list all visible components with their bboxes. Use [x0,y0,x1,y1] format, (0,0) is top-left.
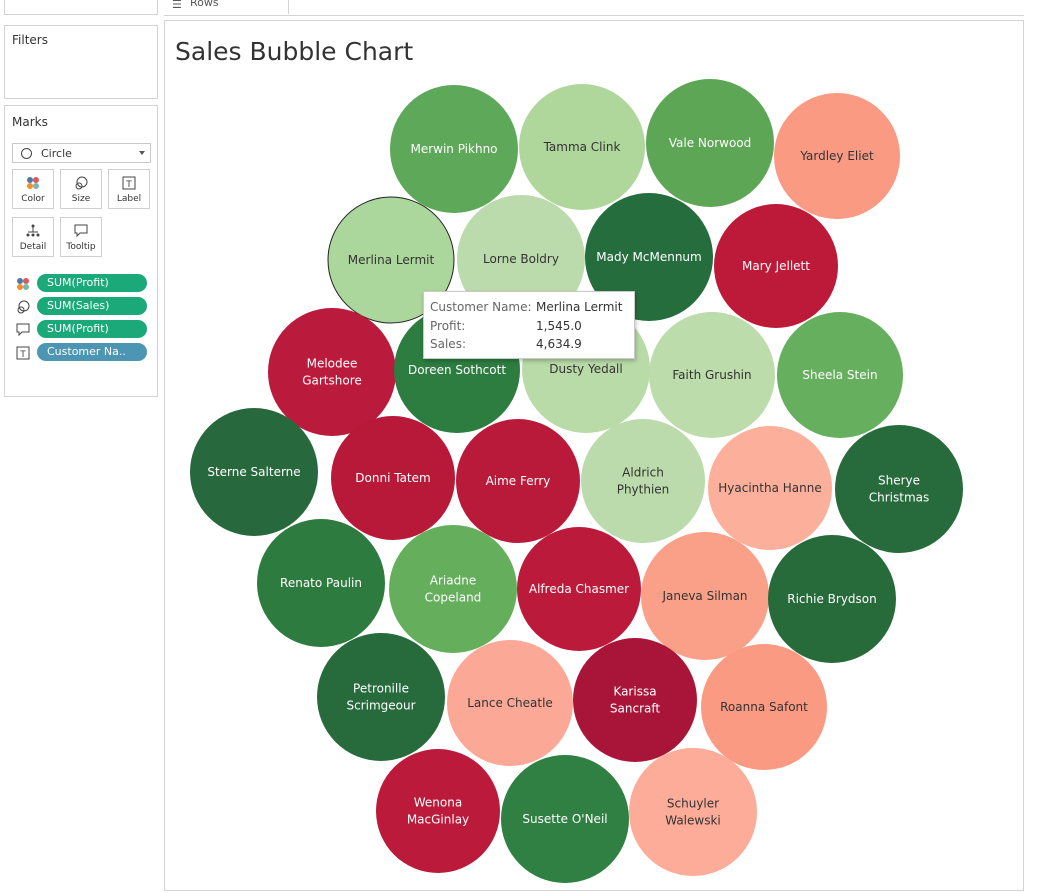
bubble-label-hyacintha-hanne: Hyacintha Hanne [718,481,821,495]
tooltip-icon [15,322,31,338]
bubble-label-susette-o-neil: Susette O'Neil [522,812,607,826]
customer-name-label-pill[interactable]: Customer Na.. [37,343,147,361]
bubble-label-richie-brydson: Richie Brydson [787,592,877,606]
marks-title: Marks [12,115,48,129]
bubble-label-merlina-lermit: Merlina Lermit [348,253,435,267]
bubble-label-lorne-boldry: Lorne Boldry [483,252,559,266]
bubble-karissa-sancraft[interactable] [573,638,697,762]
bubble-schuyler-walewski[interactable] [629,748,757,876]
bubble-label-aime-ferry: Aime Ferry [486,474,551,488]
color-button-label: Color [21,194,45,204]
bubble-label-roanna-safont: Roanna Safont [720,700,808,714]
tooltip-sales-key: Sales: [430,337,466,351]
label-button-label: Label [116,194,142,204]
worksheet-view: Sales Bubble Chart Merwin Pikhno Tamma Cl… [164,20,1024,891]
bubble-label-vale-norwood: Vale Norwood [669,136,752,150]
bubble-label-merwin-pikhno: Merwin Pikhno [410,142,497,156]
rows-icon: ☰ [172,0,182,11]
detail-icon [13,223,53,239]
bubble-label-janeva-silman: Janeva Silman [661,589,747,603]
tooltip-customer-value: Merlina Lermit [536,300,623,314]
size-icon [61,175,101,191]
bubble-chart: Merwin Pikhno Tamma Clink Vale Norwood Yard… [190,79,963,883]
bubble-label-dusty-yedall: Dusty Yedall [549,362,622,376]
label-button[interactable]: T Label [108,169,150,209]
bubble-label-doreen-sothcott: Doreen Sothcott [408,363,506,377]
chevron-down-icon [139,151,145,155]
bubble-label-sterne-salterne: Sterne Salterne [207,465,300,479]
mark-tooltip: Customer Name: Merlina Lermit Profit: 1,… [423,291,635,359]
size-button-label: Size [71,194,91,204]
mark-type-dropdown[interactable]: Circle [12,143,151,163]
bubble-wenona-macginlay[interactable] [376,749,500,873]
bubble-melodee-gartshore[interactable] [268,308,396,436]
bubble-label-yardley-eliet: Yardley Eliet [799,149,874,163]
size-button[interactable]: Size [60,169,102,209]
marks-card: Marks Circle Color Size T Label Detail T… [4,105,158,397]
bubble-label-donni-tatem: Donni Tatem [355,471,430,485]
bubble-label-lance-cheatle: Lance Cheatle [467,696,553,710]
bubble-aldrich-phythien[interactable] [581,419,705,543]
filters-card[interactable]: Filters [4,25,158,99]
filters-title: Filters [12,33,48,47]
bubble-label-sheela-stein: Sheela Stein [802,368,877,382]
profit-color-pill[interactable]: SUM(Profit) [37,274,147,292]
detail-button[interactable]: Detail [12,217,54,257]
color-icon [15,276,31,292]
left-panel: Filters Marks Circle Color Size T Label [0,0,162,893]
bubble-label-renato-paulin: Renato Paulin [280,576,362,590]
svg-text:T: T [125,180,132,190]
tooltip-button-label: Tooltip [66,242,96,252]
detail-button-label: Detail [19,242,47,252]
color-button[interactable]: Color [12,169,54,209]
size-icon [15,299,31,315]
bubble-label-alfreda-chasmer: Alfreda Chasmer [529,582,629,596]
columns-shelf-card [4,0,158,15]
bubble-label-faith-grushin: Faith Grushin [672,368,751,382]
color-icon [13,175,53,191]
rows-shelf-label: Rows [190,0,219,9]
tooltip-profit-key: Profit: [430,319,466,333]
tooltip-profit-value: 1,545.0 [536,319,582,333]
profit-tooltip-pill[interactable]: SUM(Profit) [37,320,147,338]
tooltip-button[interactable]: Tooltip [60,217,102,257]
bubble-petronille-scrimgeour[interactable] [317,633,445,761]
label-icon: T [15,345,31,361]
circle-icon [21,148,32,159]
svg-text:T: T [19,350,26,360]
bubble-ariadne-copeland[interactable] [389,525,517,653]
sales-size-pill[interactable]: SUM(Sales) [37,297,147,315]
bubble-sherye-christmas[interactable] [835,425,963,553]
bubble-label-mady-mcmennum: Mady McMennum [596,250,701,264]
label-icon: T [109,175,149,191]
bubble-label-tamma-clink: Tamma Clink [543,140,621,154]
tooltip-icon [61,223,101,239]
bubble-label-mary-jellett: Mary Jellett [742,259,810,273]
tooltip-sales-value: 4,634.9 [536,337,582,351]
tooltip-customer-key: Customer Name: [430,300,532,314]
rows-shelf[interactable]: ☰ Rows [164,0,1024,16]
mark-type-label: Circle [41,147,72,160]
shelf-divider [288,0,289,14]
